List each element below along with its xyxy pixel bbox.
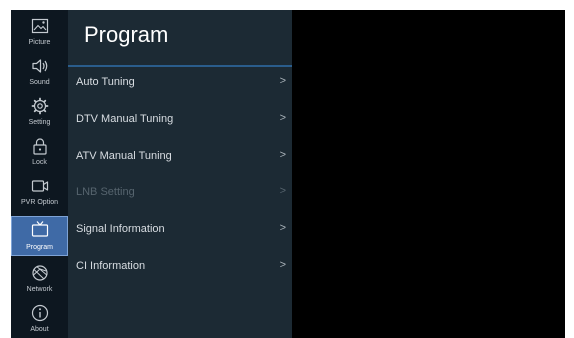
menu-item-label: Signal Information [76,223,165,235]
video-preview-area [292,10,565,338]
page-title: Program [84,22,169,47]
sidebar-item-label: Picture [28,39,51,46]
chevron-right-icon: > [279,185,286,197]
lock-icon [32,138,47,155]
picture-icon [31,18,48,34]
sidebar-item-label: About [30,326,49,333]
sidebar-item-sound[interactable]: Sound [11,53,68,90]
tv-screen: Picture Sound Setting Lock PVR Option Pr… [11,10,565,338]
menu-item-label: Auto Tuning [76,76,135,88]
menu-item-lnb-setting: LNB Setting > [68,179,292,209]
globe-icon [31,265,48,281]
chevron-right-icon: > [279,149,286,161]
menu-item-label: CI Information [76,260,146,272]
sidebar-item-picture[interactable]: Picture [11,13,68,50]
sidebar-item-about[interactable]: About [11,300,68,337]
sidebar-item-pvr-option[interactable]: PVR Option [11,173,68,210]
speaker-icon [31,59,47,73]
menu-item-label: DTV Manual Tuning [76,113,174,125]
chevron-right-icon: > [279,222,286,234]
sidebar-item-label: Sound [29,79,50,86]
menu-item-label: LNB Setting [76,186,135,198]
sidebar-item-setting[interactable]: Setting [11,93,68,130]
menu-item-ci-information[interactable]: CI Information > [68,253,292,283]
sidebar-item-network[interactable]: Network [11,260,68,297]
chevron-right-icon: > [279,259,286,271]
menu-item-signal-information[interactable]: Signal Information > [68,216,292,246]
sidebar-item-label: Program [26,244,53,251]
menu-item-label: ATV Manual Tuning [76,150,172,162]
menu-item-dtv-manual-tuning[interactable]: DTV Manual Tuning > [68,106,292,136]
chevron-right-icon: > [279,75,286,87]
chevron-right-icon: > [279,112,286,124]
sidebar-item-program[interactable]: Program [11,216,68,256]
program-menu-panel: Program Auto Tuning > DTV Manual Tuning … [68,10,292,338]
sidebar-item-lock[interactable]: Lock [11,133,68,170]
title-divider [68,65,292,67]
tv-icon [31,221,48,237]
menu-item-auto-tuning[interactable]: Auto Tuning > [68,69,292,99]
menu-item-atv-manual-tuning[interactable]: ATV Manual Tuning > [68,143,292,173]
sidebar-item-label: PVR Option [21,199,58,206]
gear-icon [31,97,48,115]
sidebar: Picture Sound Setting Lock PVR Option Pr… [11,10,68,338]
sidebar-item-label: Lock [32,159,47,166]
info-icon [31,304,48,322]
video-camera-icon [31,180,48,192]
sidebar-item-label: Setting [28,119,51,126]
sidebar-item-label: Network [26,286,53,293]
